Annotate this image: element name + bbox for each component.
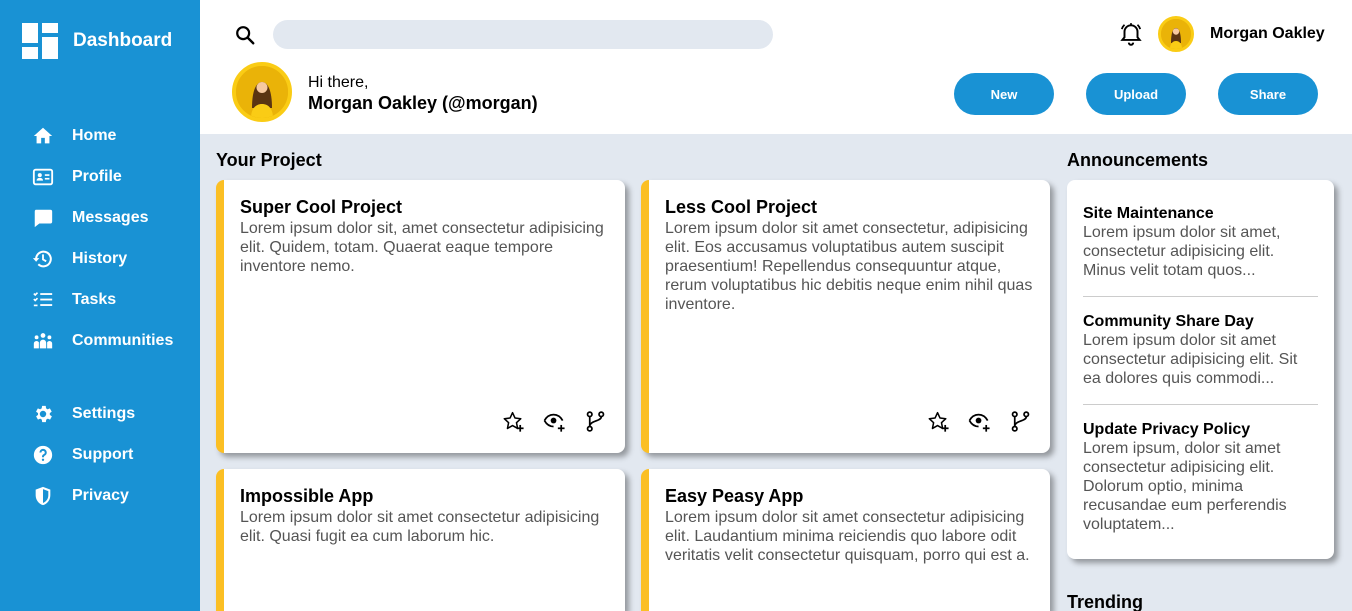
sidebar-item-label: Messages	[72, 208, 149, 226]
project-description: Lorem ipsum dolor sit amet consectetur, …	[665, 220, 1033, 313]
sidebar-item-label: Home	[72, 126, 117, 144]
home-icon	[33, 127, 53, 143]
shield-icon	[35, 486, 51, 505]
tasks-icon	[33, 291, 53, 306]
sidebar-item-profile[interactable]: Profile	[32, 156, 173, 197]
project-card[interactable]: Easy Peasy App Lorem ipsum dolor sit ame…	[641, 469, 1050, 611]
search-icon[interactable]	[234, 24, 256, 46]
sidebar-item-tasks[interactable]: Tasks	[32, 279, 173, 320]
project-description: Lorem ipsum dolor sit amet consectetur a…	[240, 509, 600, 545]
new-button[interactable]: New	[954, 73, 1054, 115]
sidebar-item-history[interactable]: History	[32, 238, 173, 279]
sidebar-item-home[interactable]: Home	[32, 115, 173, 156]
bell-icon[interactable]	[1118, 21, 1144, 47]
project-card[interactable]: Super Cool Project Lorem ipsum dolor sit…	[216, 180, 625, 453]
project-title: Easy Peasy App	[665, 486, 804, 506]
watch-icon[interactable]	[968, 410, 991, 433]
sidebar-item-label: History	[72, 249, 128, 267]
help-icon	[33, 445, 53, 464]
gear-icon	[36, 405, 52, 422]
sidebar-item-label: Profile	[72, 167, 122, 185]
sidebar: Dashboard Home Profile Messages History …	[0, 0, 200, 611]
project-card[interactable]: Impossible App Lorem ipsum dolor sit ame…	[216, 469, 625, 611]
sidebar-item-messages[interactable]: Messages	[32, 197, 173, 238]
project-description: Lorem ipsum dolor sit, amet consectetur …	[240, 220, 604, 275]
greeting-text: Hi there,	[308, 74, 369, 91]
greeting-name: Morgan Oakley (@morgan)	[308, 93, 538, 113]
announcement-description: Lorem ipsum, dolor sit amet consectetur …	[1083, 440, 1287, 533]
project-title: Super Cool Project	[240, 197, 403, 217]
project-description: Lorem ipsum dolor sit amet consectetur a…	[665, 509, 1030, 564]
project-actions	[927, 410, 1032, 433]
sidebar-item-label: Privacy	[72, 486, 129, 504]
sidebar-item-privacy[interactable]: Privacy	[32, 475, 173, 516]
dashboard-icon	[22, 23, 58, 59]
announcement-item[interactable]: Update Privacy Policy Lorem ipsum, dolor…	[1083, 404, 1318, 550]
projects-heading: Your Project	[216, 150, 322, 170]
announcement-title: Update Privacy Policy	[1083, 421, 1251, 438]
star-add-icon[interactable]	[502, 410, 525, 433]
user-avatar-icon	[236, 66, 288, 118]
sidebar-item-label: Support	[72, 445, 134, 463]
upload-button[interactable]: Upload	[1086, 73, 1186, 115]
brand-title: Dashboard	[73, 30, 173, 51]
announcements-heading: Announcements	[1067, 150, 1209, 170]
sidebar-item-support[interactable]: Support	[32, 434, 173, 475]
star-add-icon[interactable]	[927, 410, 950, 433]
project-title: Less Cool Project	[665, 197, 818, 217]
header-user-name[interactable]: Morgan Oakley	[1210, 25, 1325, 43]
brand[interactable]: Dashboard	[22, 23, 172, 59]
communities-icon	[33, 332, 53, 348]
watch-icon[interactable]	[543, 410, 566, 433]
history-icon	[32, 250, 52, 267]
announcement-description: Lorem ipsum dolor sit amet, consectetur …	[1083, 224, 1281, 279]
profile-avatar[interactable]	[232, 62, 292, 122]
announcement-description: Lorem ipsum dolor sit amet consectetur a…	[1083, 332, 1298, 387]
sidebar-item-communities[interactable]: Communities	[32, 320, 173, 361]
trending-heading: Trending	[1067, 592, 1143, 611]
user-avatar-icon	[1161, 19, 1191, 49]
project-card[interactable]: Less Cool Project Lorem ipsum dolor sit …	[641, 180, 1050, 453]
announcement-item[interactable]: Site Maintenance Lorem ipsum dolor sit a…	[1083, 205, 1318, 296]
announcements-panel: Site Maintenance Lorem ipsum dolor sit a…	[1067, 180, 1334, 559]
project-actions	[502, 410, 607, 433]
header: Morgan Oakley Hi there, Morgan Oakley (@…	[200, 0, 1352, 134]
sidebar-item-settings[interactable]: Settings	[32, 393, 173, 434]
profile-card-icon	[32, 168, 54, 185]
share-button[interactable]: Share	[1218, 73, 1318, 115]
search-input[interactable]	[273, 20, 773, 49]
sidebar-item-label: Settings	[72, 404, 136, 422]
message-icon	[34, 209, 53, 227]
avatar[interactable]	[1158, 16, 1194, 52]
sidebar-item-label: Communities	[72, 331, 174, 349]
announcement-title: Community Share Day	[1083, 313, 1254, 330]
announcement-item[interactable]: Community Share Day Lorem ipsum dolor si…	[1083, 296, 1318, 404]
sidebar-nav: Home Profile Messages History Tasks Comm…	[32, 115, 173, 516]
sidebar-item-label: Tasks	[72, 290, 117, 308]
fork-icon[interactable]	[1009, 410, 1032, 433]
project-title: Impossible App	[240, 486, 374, 506]
fork-icon[interactable]	[584, 410, 607, 433]
announcement-title: Site Maintenance	[1083, 205, 1214, 222]
